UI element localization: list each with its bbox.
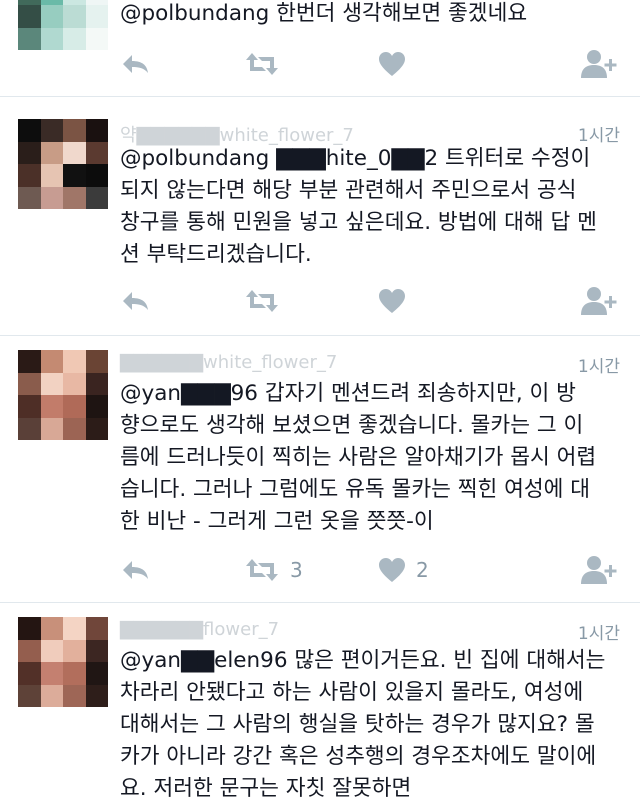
reply-icon xyxy=(123,292,148,310)
tweet-item[interactable]: 약▇▇▇▇▇▇white_flower_7 1시간 @polbundang ▇▇… xyxy=(0,97,640,336)
follow-button[interactable] xyxy=(580,552,620,588)
retweet-icon xyxy=(246,53,278,75)
tweet-text: @polbundang ▇▇▇hite_0▇▇2 트위터로 수정이 되지 않는다… xyxy=(120,146,597,267)
user-name[interactable]: ▇▇▇▇▇▇white_flower_7 xyxy=(120,352,337,373)
avatar[interactable] xyxy=(18,0,108,50)
retweet-icon xyxy=(246,290,278,312)
tweet-item[interactable]: ▇▇▇▇▇▇white_flower_7 1시간 @yan▇▇▇96 갑자기 멘… xyxy=(0,336,640,603)
tweet-header: ▇▇▇▇▇▇flower_7 1시간 xyxy=(120,619,620,645)
tweet-header: ▇▇▇▇▇▇white_flower_7 1시간 xyxy=(120,352,620,378)
retweet-button[interactable] xyxy=(244,46,290,82)
retweet-button[interactable] xyxy=(244,283,290,319)
reply-icon xyxy=(123,55,148,73)
avatar[interactable] xyxy=(18,119,108,209)
retweet-button[interactable]: 3 xyxy=(244,552,303,588)
reply-button[interactable] xyxy=(120,552,150,588)
avatar[interactable] xyxy=(18,617,108,707)
tweet-actions xyxy=(120,46,620,82)
tweet-actions: 3 2 xyxy=(120,552,620,588)
like-button[interactable] xyxy=(378,283,416,319)
reply-button[interactable] xyxy=(120,46,150,82)
like-button[interactable]: 2 xyxy=(378,552,429,588)
timestamp[interactable]: 1시간 xyxy=(578,352,620,377)
tweet-text: @polbundang 한번더 생각해보면 좋겠네요 xyxy=(120,1,528,26)
add-user-icon xyxy=(581,556,617,584)
timestamp[interactable]: 1시간 xyxy=(578,619,620,644)
heart-icon xyxy=(379,52,405,76)
follow-button[interactable] xyxy=(580,283,620,319)
add-user-icon xyxy=(581,287,617,315)
tweet-item[interactable]: ▇▇▇▇▇▇flower_7 1시간 @yan▇▇elen96 많은 편이거든요… xyxy=(0,603,640,806)
follow-button[interactable] xyxy=(580,46,620,82)
avatar[interactable] xyxy=(18,350,108,440)
add-user-icon xyxy=(581,50,617,78)
user-name[interactable]: ▇▇▇▇▇▇flower_7 xyxy=(120,619,279,640)
retweet-count: 3 xyxy=(290,558,303,582)
tweet-text: @yan▇▇elen96 많은 편이거든요. 빈 집에 대해서는 차라리 안됐다… xyxy=(120,648,606,801)
like-count: 2 xyxy=(416,558,429,582)
heart-icon xyxy=(379,289,405,313)
reply-button[interactable] xyxy=(120,283,150,319)
tweet-actions xyxy=(120,283,620,319)
reply-icon xyxy=(123,561,148,579)
heart-icon xyxy=(379,558,405,582)
tweet-text: @yan▇▇▇96 갑자기 멘션드려 죄송하지만, 이 방 향으로도 생각해 보… xyxy=(120,381,597,534)
retweet-icon xyxy=(246,559,278,581)
tweet-item[interactable]: @polbundang 한번더 생각해보면 좋겠네요 xyxy=(0,0,640,97)
like-button[interactable] xyxy=(378,46,416,82)
